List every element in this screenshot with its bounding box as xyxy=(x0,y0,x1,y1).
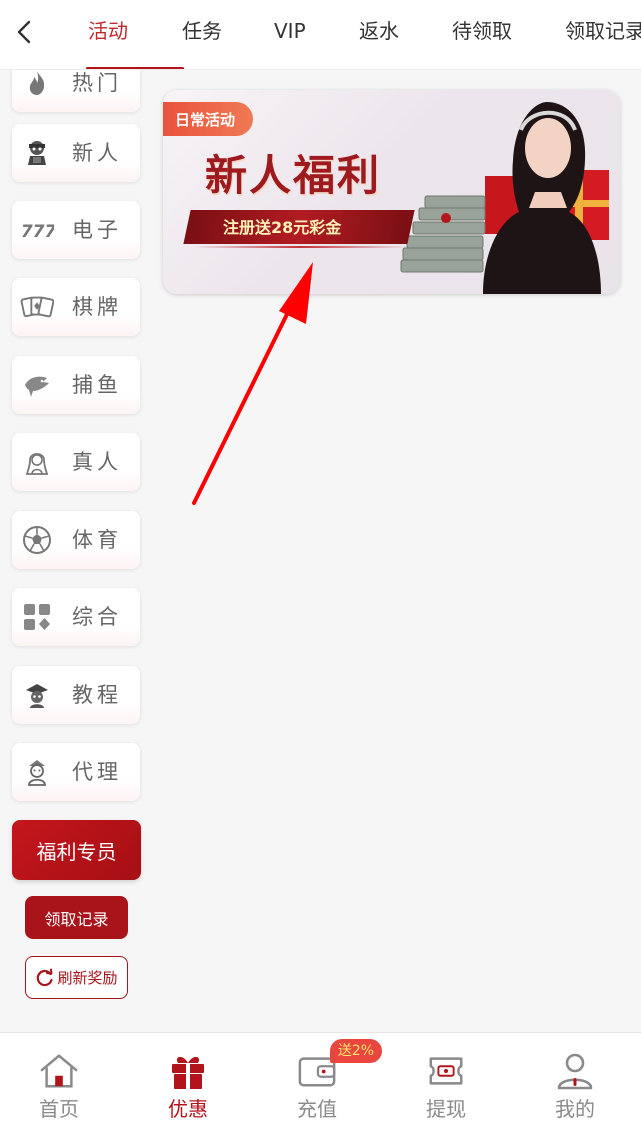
sidebar-item-live-casino[interactable]: 真人 xyxy=(12,433,140,491)
claim-records-button[interactable]: 领取记录 xyxy=(25,896,128,939)
welfare-specialist-button[interactable]: 福利专员 xyxy=(12,820,141,880)
sidebar-item-hot[interactable]: 热门 xyxy=(12,70,140,112)
slot-777-icon: 777 xyxy=(20,213,54,247)
sidebar-item-newbie[interactable]: 新人 xyxy=(12,124,140,182)
nav-promotions[interactable]: 优惠 xyxy=(124,1033,252,1133)
sidebar-item-general[interactable]: 综合 xyxy=(12,588,140,646)
category-sidebar: 热门 新人 777 电子 棋牌 捕鱼 真人 体育 综合 教程 代理 福利专员 领… xyxy=(0,70,152,1032)
top-nav: 活动 任务 VIP 返水 待领取 领取记录 xyxy=(0,0,641,70)
banner-title: 新人福利 xyxy=(205,151,382,200)
tab-claim-records[interactable]: 领取记录 xyxy=(565,0,641,69)
sidebar-item-sports[interactable]: 体育 xyxy=(12,511,140,569)
sidebar-item-agent[interactable]: 代理 xyxy=(12,743,140,801)
recharge-bonus-badge: 送2% xyxy=(330,1039,382,1063)
nav-label: 充值 xyxy=(297,1097,337,1121)
newbie-welfare-banner[interactable]: 日常活动 新人福利 注册送28元彩金 xyxy=(163,90,620,294)
sidebar-item-chess-cards[interactable]: 棋牌 xyxy=(12,278,140,336)
sidebar-item-label: 棋牌 xyxy=(72,295,122,319)
banner-divider xyxy=(193,246,409,248)
daily-activity-tag: 日常活动 xyxy=(163,102,253,136)
user-icon xyxy=(555,1051,595,1091)
nav-label: 我的 xyxy=(555,1097,595,1121)
agent-icon xyxy=(20,755,54,789)
nav-label: 提现 xyxy=(426,1097,466,1121)
football-icon xyxy=(20,523,54,557)
cards-icon xyxy=(20,290,54,324)
tab-pending[interactable]: 待领取 xyxy=(452,0,565,69)
sidebar-item-label: 教程 xyxy=(72,683,122,707)
bottom-nav: 首页 优惠 充值 送2% 提现 我的 xyxy=(0,1032,641,1133)
sidebar-item-label: 真人 xyxy=(72,450,122,474)
sidebar-item-label: 捕鱼 xyxy=(72,373,122,397)
sidebar-item-fishing[interactable]: 捕鱼 xyxy=(12,356,140,414)
sidebar-item-label: 体育 xyxy=(72,528,122,552)
fish-icon xyxy=(20,368,54,402)
nav-home[interactable]: 首页 xyxy=(0,1033,123,1133)
refresh-icon xyxy=(37,968,54,986)
back-button[interactable] xyxy=(10,14,38,50)
grid-icon xyxy=(20,600,54,634)
tab-vip[interactable]: VIP xyxy=(274,0,359,69)
dealer-icon xyxy=(20,445,54,479)
sidebar-item-slots[interactable]: 777 电子 xyxy=(12,201,140,259)
refresh-rewards-button[interactable]: 刷新奖励 xyxy=(25,956,128,999)
newbie-icon xyxy=(20,136,54,170)
sidebar-item-label: 热门 xyxy=(72,71,122,95)
sidebar-item-label: 新人 xyxy=(72,141,122,165)
nav-withdraw[interactable]: 提现 xyxy=(382,1033,510,1133)
nav-label: 首页 xyxy=(39,1097,79,1121)
sidebar-item-label: 电子 xyxy=(72,218,122,242)
sidebar-item-label: 代理 xyxy=(72,760,122,784)
sidebar-item-label: 综合 xyxy=(72,605,122,629)
tab-tasks[interactable]: 任务 xyxy=(182,0,274,69)
gift-icon xyxy=(168,1051,208,1091)
sidebar-item-tutorial[interactable]: 教程 xyxy=(12,666,140,724)
refresh-label: 刷新奖励 xyxy=(57,969,118,987)
fire-icon xyxy=(20,70,54,100)
banner-subtitle: 注册送28元彩金 xyxy=(223,218,342,237)
nav-profile[interactable]: 我的 xyxy=(511,1033,639,1133)
tutorial-icon xyxy=(20,678,54,712)
home-icon xyxy=(39,1051,79,1091)
category-tabs: 活动 任务 VIP 返水 待领取 领取记录 xyxy=(70,0,641,69)
svg-text:777: 777 xyxy=(21,222,54,242)
nav-label: 优惠 xyxy=(168,1097,208,1121)
tab-activity[interactable]: 活动 xyxy=(70,0,184,69)
withdraw-icon xyxy=(426,1051,466,1091)
tab-rebate[interactable]: 返水 xyxy=(359,0,452,69)
chevron-left-icon xyxy=(17,20,31,44)
